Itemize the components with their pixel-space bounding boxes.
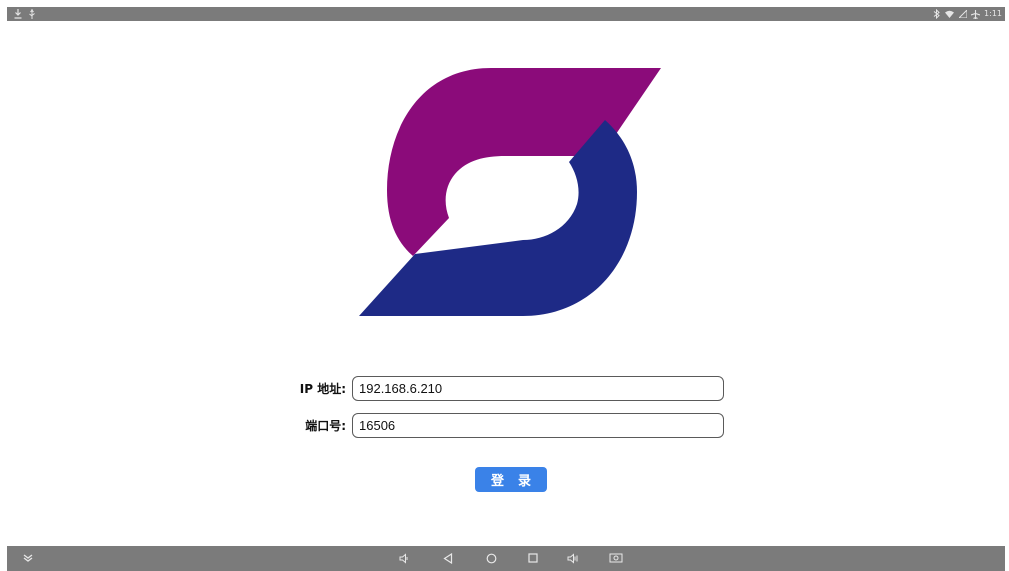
back-icon[interactable] xyxy=(440,550,456,566)
login-button[interactable]: 登录 xyxy=(475,467,547,492)
screenshot-icon[interactable] xyxy=(607,550,625,566)
port-label: 端口号: xyxy=(305,419,346,433)
usb-icon xyxy=(27,8,36,19)
ip-label: IP 地址: xyxy=(299,382,346,396)
wifi-icon xyxy=(945,9,955,20)
signal-icon xyxy=(958,9,967,20)
volume-down-icon[interactable] xyxy=(396,550,412,566)
ip-row: IP 地址: xyxy=(282,376,724,401)
app-logo xyxy=(359,68,661,316)
recents-icon[interactable] xyxy=(525,550,541,566)
status-bar-left xyxy=(13,8,36,19)
port-row: 端口号: xyxy=(282,413,724,438)
status-time: 1:11 xyxy=(984,9,1002,18)
home-icon[interactable] xyxy=(483,550,499,566)
ip-address-input[interactable] xyxy=(352,376,724,401)
bluetooth-icon xyxy=(932,9,941,20)
navigation-bar xyxy=(7,546,1005,571)
download-icon xyxy=(13,8,22,19)
port-input[interactable] xyxy=(352,413,724,438)
airplane-icon xyxy=(971,9,981,20)
expand-icon[interactable] xyxy=(21,550,35,566)
status-bar-right: 1:11 xyxy=(932,8,1002,20)
volume-up-icon[interactable] xyxy=(565,550,581,566)
status-bar: 1:11 xyxy=(7,7,1005,21)
